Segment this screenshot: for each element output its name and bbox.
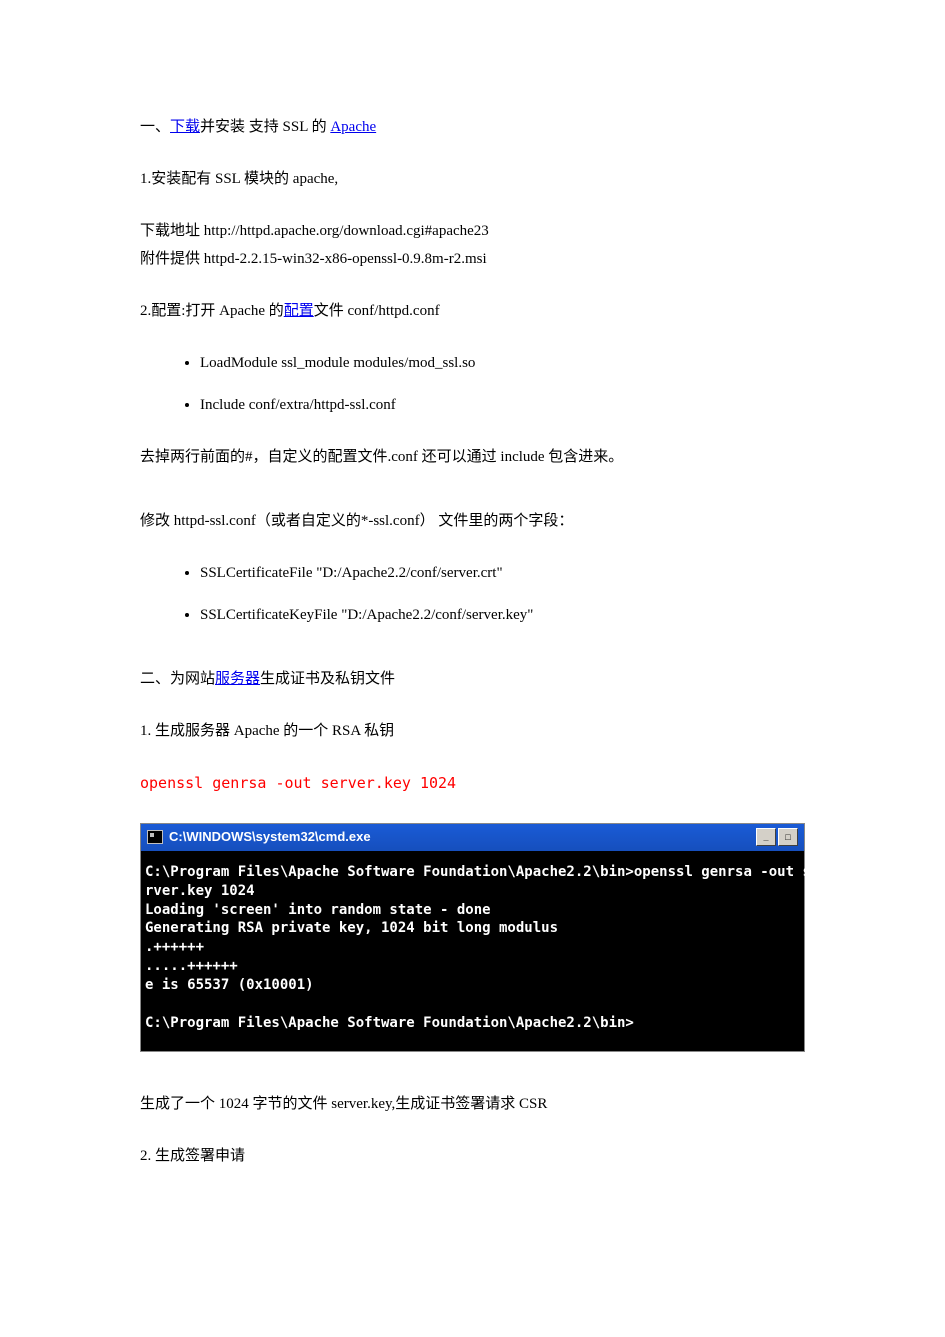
section-1-prefix: 一、 — [140, 119, 170, 135]
apache-link[interactable]: Apache — [330, 119, 376, 135]
uncomment-note: 去掉两行前面的#，自定义的配置文件.conf 还可以通过 include 包含进… — [140, 445, 805, 469]
config-list-2: SSLCertificateFile "D:/Apache2.2/conf/se… — [140, 561, 805, 627]
section-2-prefix: 二、为网站 — [140, 671, 215, 687]
ssl-cert-file: SSLCertificateFile "D:/Apache2.2/conf/se… — [200, 561, 805, 585]
cmd-titlebar-right: _ □ — [756, 828, 798, 846]
cmd-window: C:\WINDOWS\system32\cmd.exe _ □ C:\Progr… — [140, 823, 805, 1052]
config-loadmodule: LoadModule ssl_module modules/mod_ssl.so — [200, 351, 805, 375]
server-link[interactable]: 服务器 — [215, 671, 260, 687]
minimize-button[interactable]: _ — [756, 828, 776, 846]
step-2-prefix: 2.配置:打开 Apache 的 — [140, 303, 284, 319]
config-include: Include conf/extra/httpd-ssl.conf — [200, 393, 805, 417]
openssl-genrsa-cmd: openssl genrsa -out server.key 1024 — [140, 771, 805, 795]
step-2-suffix: 文件 conf/httpd.conf — [314, 303, 440, 319]
server-key-result: 生成了一个 1024 字节的文件 server.key,生成证书签署请求 CSR — [140, 1092, 805, 1116]
cmd-title-text: C:\WINDOWS\system32\cmd.exe — [169, 827, 371, 848]
section-2-suffix: 生成证书及私钥文件 — [260, 671, 395, 687]
download-link[interactable]: 下载 — [170, 119, 200, 135]
download-url-line: 下载地址 http://httpd.apache.org/download.cg… — [140, 219, 805, 243]
config-list-1: LoadModule ssl_module modules/mod_ssl.so… — [140, 351, 805, 417]
ssl-cert-key-file: SSLCertificateKeyFile "D:/Apache2.2/conf… — [200, 603, 805, 627]
config-link[interactable]: 配置 — [284, 303, 314, 319]
cmd-titlebar-left: C:\WINDOWS\system32\cmd.exe — [147, 827, 371, 848]
section-2-step-1: 1. 生成服务器 Apache 的一个 RSA 私钥 — [140, 719, 805, 743]
section-1-mid: 并安装 支持 SSL 的 — [200, 119, 330, 135]
section-2-title: 二、为网站服务器生成证书及私钥文件 — [140, 667, 805, 691]
section-1-step-2: 2.配置:打开 Apache 的配置文件 conf/httpd.conf — [140, 299, 805, 323]
cmd-titlebar: C:\WINDOWS\system32\cmd.exe _ □ — [141, 824, 804, 851]
section-1-title: 一、下载并安装 支持 SSL 的 Apache — [140, 115, 805, 139]
maximize-button[interactable]: □ — [778, 828, 798, 846]
modify-ssl-conf-note: 修改 httpd-ssl.conf（或者自定义的*-ssl.conf） 文件里的… — [140, 509, 805, 533]
cmd-icon — [147, 830, 163, 844]
section-2-step-2: 2. 生成签署申请 — [140, 1144, 805, 1168]
download-info: 下载地址 http://httpd.apache.org/download.cg… — [140, 219, 805, 271]
section-1-step-1: 1.安装配有 SSL 模块的 apache, — [140, 167, 805, 191]
attachment-line: 附件提供 httpd-2.2.15-win32-x86-openssl-0.9.… — [140, 247, 805, 271]
cmd-output: C:\Program Files\Apache Software Foundat… — [141, 851, 804, 1051]
